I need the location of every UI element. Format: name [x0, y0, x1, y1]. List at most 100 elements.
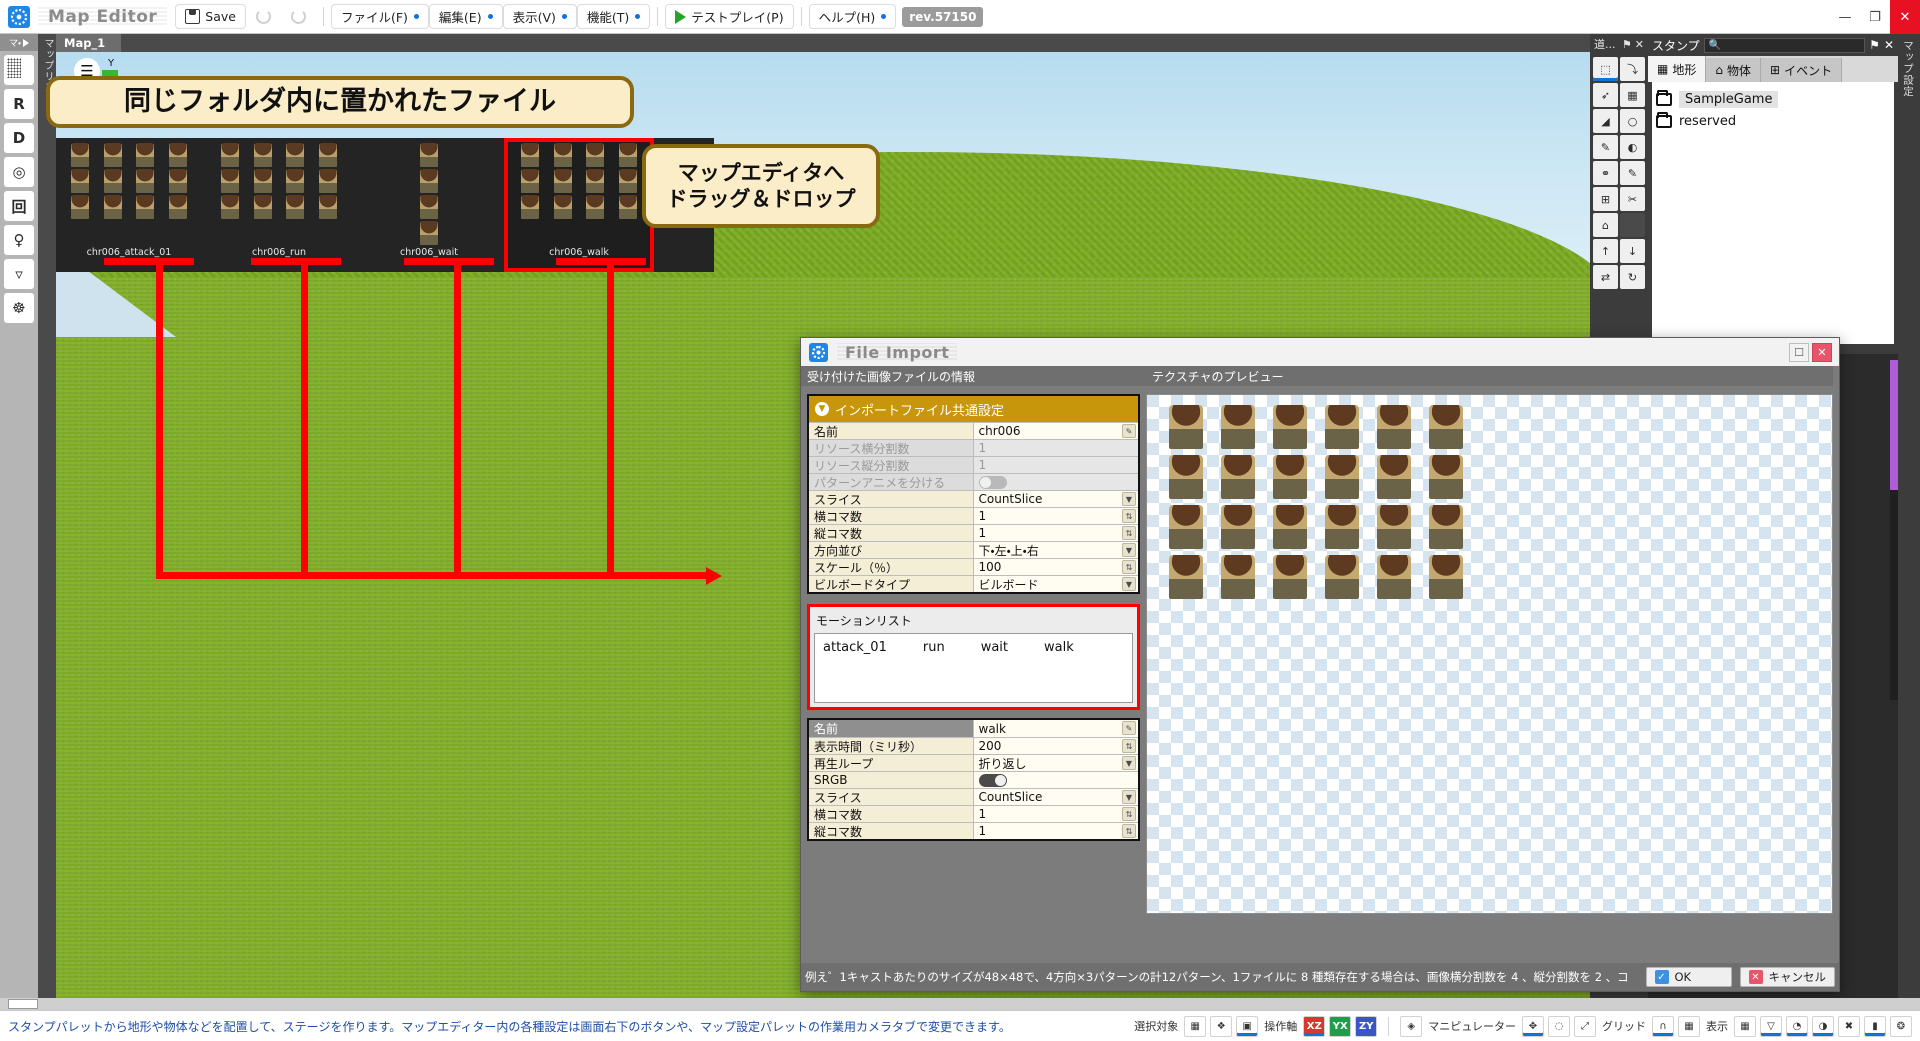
cancel-button[interactable]: ✕ キャンセル [1740, 967, 1836, 987]
leftbar-object-icon[interactable]: D [4, 123, 34, 153]
prop-value-cell[interactable]: 1 ⇅ [974, 823, 1139, 839]
spinner-icon[interactable]: ⇅ [1122, 824, 1136, 838]
motion-item-walk[interactable]: walk [1044, 640, 1074, 655]
dialog-maximize-button[interactable]: ☐ [1789, 343, 1809, 362]
redo-button[interactable] [281, 4, 316, 29]
motion-prop-v-frames[interactable]: 縦コマ数 1 ⇅ [809, 822, 1138, 839]
raise-tool[interactable]: ↑ [1593, 239, 1618, 263]
rotate-tool[interactable]: ↻ [1620, 265, 1645, 289]
prop-row-name[interactable]: 名前 chr006 ✎ [809, 422, 1138, 439]
prop-value-cell[interactable]: 折り返し ▼ [974, 755, 1139, 771]
motion-prop-name[interactable]: 名前 walk ✎ [809, 720, 1138, 737]
menu-file[interactable]: ファイル(F) [331, 4, 429, 29]
maximize-button[interactable]: ❐ [1860, 0, 1890, 34]
stamp-search-input[interactable]: 🔍 [1704, 38, 1866, 53]
prop-value-cell[interactable]: 1 ⇅ [974, 525, 1139, 541]
target-character-button[interactable]: ▣ [1236, 1016, 1258, 1037]
brush-tool[interactable]: ✎ [1593, 135, 1618, 159]
motion-prop-slice[interactable]: スライス CountSlice ▼ [809, 788, 1138, 805]
axis-yx-button[interactable]: YX [1329, 1016, 1351, 1037]
list-item[interactable]: SampleGame [1656, 88, 1890, 110]
chevron-down-icon[interactable]: ▼ [1122, 577, 1136, 591]
motion-list[interactable]: attack_01 run wait walk [814, 633, 1133, 703]
map-tab-map1[interactable]: Map_1 [56, 34, 121, 52]
view-effect-button[interactable]: ◑ [1812, 1016, 1834, 1037]
prop-value-cell[interactable]: 1 ⇅ [974, 508, 1139, 524]
erase-tool[interactable]: ○ [1620, 109, 1645, 133]
pencil-icon[interactable]: ✎ [1122, 424, 1136, 438]
target-object-button[interactable]: ❖ [1210, 1016, 1232, 1037]
undo-button[interactable] [246, 4, 281, 29]
view-collision-button[interactable]: ✖ [1838, 1016, 1860, 1037]
view-layout-button[interactable]: ▦ [1734, 1016, 1756, 1037]
left-toolbar-tab[interactable]: マ・ [0, 34, 38, 51]
menu-edit[interactable]: 編集(E) [429, 4, 503, 29]
tab-terrain[interactable]: ▦ 地形 [1648, 56, 1706, 82]
spinner-icon[interactable]: ⇅ [1122, 526, 1136, 540]
chevron-down-icon[interactable]: ▼ [1122, 543, 1136, 557]
stamp-folder-list[interactable]: SampleGame reserved [1652, 82, 1894, 344]
prop-value-cell[interactable]: CountSlice ▼ [974, 789, 1139, 805]
file-item-run[interactable]: chr006_run [204, 138, 354, 272]
minimize-button[interactable]: — [1830, 0, 1860, 34]
motion-prop-loop[interactable]: 再生ループ 折り返し ▼ [809, 754, 1138, 771]
motion-item-attack[interactable]: attack_01 [823, 640, 887, 655]
spinner-icon[interactable]: ⇅ [1122, 560, 1136, 574]
pin-icon[interactable]: ⚑ [1622, 38, 1632, 51]
tab-event[interactable]: ⊞ イベント [1761, 58, 1842, 82]
spinner-icon[interactable]: ⇅ [1122, 509, 1136, 523]
chevron-down-icon[interactable]: ▼ [1122, 492, 1136, 506]
close-icon[interactable]: ✕ [1884, 38, 1894, 52]
cut-tool[interactable]: ✂ [1620, 187, 1645, 211]
ok-button[interactable]: ✓ OK [1646, 967, 1732, 987]
prop-row-direction-order[interactable]: 方向並び 下・左・上・右 ▼ [809, 541, 1138, 558]
chevron-down-icon[interactable]: ▼ [1122, 756, 1136, 770]
tab-object[interactable]: ⌂ 物体 [1706, 58, 1761, 82]
pattern-anim-toggle[interactable] [979, 476, 1007, 489]
scrollbar-thumb[interactable] [8, 999, 38, 1009]
grid-select-tool[interactable]: ▦ [1620, 83, 1645, 107]
rect-select-tool[interactable]: ⬚ [1593, 57, 1618, 81]
prop-value-cell[interactable]: 200 ⇅ [974, 738, 1139, 754]
common-settings-accordion[interactable]: ▼ インポートファイル共通設定 [809, 396, 1138, 422]
manip-move-button[interactable]: ✥ [1522, 1016, 1544, 1037]
texture-preview[interactable] [1146, 394, 1833, 914]
grid-show-button[interactable]: ▦ [1678, 1016, 1700, 1037]
map-settings-strip[interactable]: マップ設定 [1898, 34, 1920, 1010]
prop-row-slice[interactable]: スライス CountSlice ▼ [809, 490, 1138, 507]
motion-item-wait[interactable]: wait [981, 640, 1008, 655]
horizontal-scrollbar[interactable] [0, 998, 1920, 1010]
pin-icon[interactable]: ⚑ [1869, 38, 1880, 52]
motion-prop-duration[interactable]: 表示時間（ミリ秒） 200 ⇅ [809, 737, 1138, 754]
lasso-pointer-tool[interactable]: ⤵ [1620, 57, 1645, 81]
home-tool[interactable]: ⌂ [1593, 213, 1618, 237]
leftbar-resource-icon[interactable]: R [4, 89, 34, 119]
spinner-icon[interactable]: ⇅ [1122, 739, 1136, 753]
view-render-button[interactable]: ❂ [1890, 1016, 1912, 1037]
lower-tool[interactable]: ↓ [1620, 239, 1645, 263]
view-column-button[interactable]: ▮ [1864, 1016, 1886, 1037]
dialog-close-button[interactable]: ✕ [1812, 343, 1832, 362]
stamp-tool[interactable]: ⊞ [1593, 187, 1618, 211]
eyedropper-tool[interactable]: ✎ [1620, 161, 1645, 185]
file-item-wait[interactable]: chr006_wait [354, 138, 504, 272]
leftbar-terrain-paint-icon[interactable] [4, 55, 34, 85]
list-item[interactable]: reserved [1656, 110, 1890, 132]
prop-row-billboard-type[interactable]: ビルボードタイプ ビルボード ▼ [809, 575, 1138, 592]
testplay-button[interactable]: テストプレイ(P) [665, 4, 793, 29]
motion-prop-h-frames[interactable]: 横コマ数 1 ⇅ [809, 805, 1138, 822]
manipulator-toggle-button[interactable]: ◈ [1400, 1016, 1422, 1037]
leftbar-search-object-icon[interactable]: ♀ [4, 225, 34, 255]
prop-value-cell[interactable]: walk ✎ [974, 720, 1139, 737]
leftbar-screen-icon[interactable]: 回 [4, 191, 34, 221]
save-button[interactable]: Save [175, 4, 246, 29]
prop-value-cell[interactable]: CountSlice ▼ [974, 491, 1139, 507]
leftbar-gamepad-icon[interactable]: ◎ [4, 157, 34, 187]
prop-value-cell[interactable]: 1 ⇅ [974, 806, 1139, 822]
prop-value-cell[interactable]: 下・左・上・右 ▼ [974, 542, 1139, 558]
axis-zy-button[interactable]: ZY [1355, 1016, 1377, 1037]
file-drop-strip[interactable]: chr006_attack_01 chr006_run chr006_wait [56, 138, 714, 272]
chevron-down-icon[interactable]: ▼ [1122, 790, 1136, 804]
scrollbar-thumb[interactable] [1890, 360, 1898, 490]
vertical-scrollbar[interactable] [1890, 360, 1898, 700]
